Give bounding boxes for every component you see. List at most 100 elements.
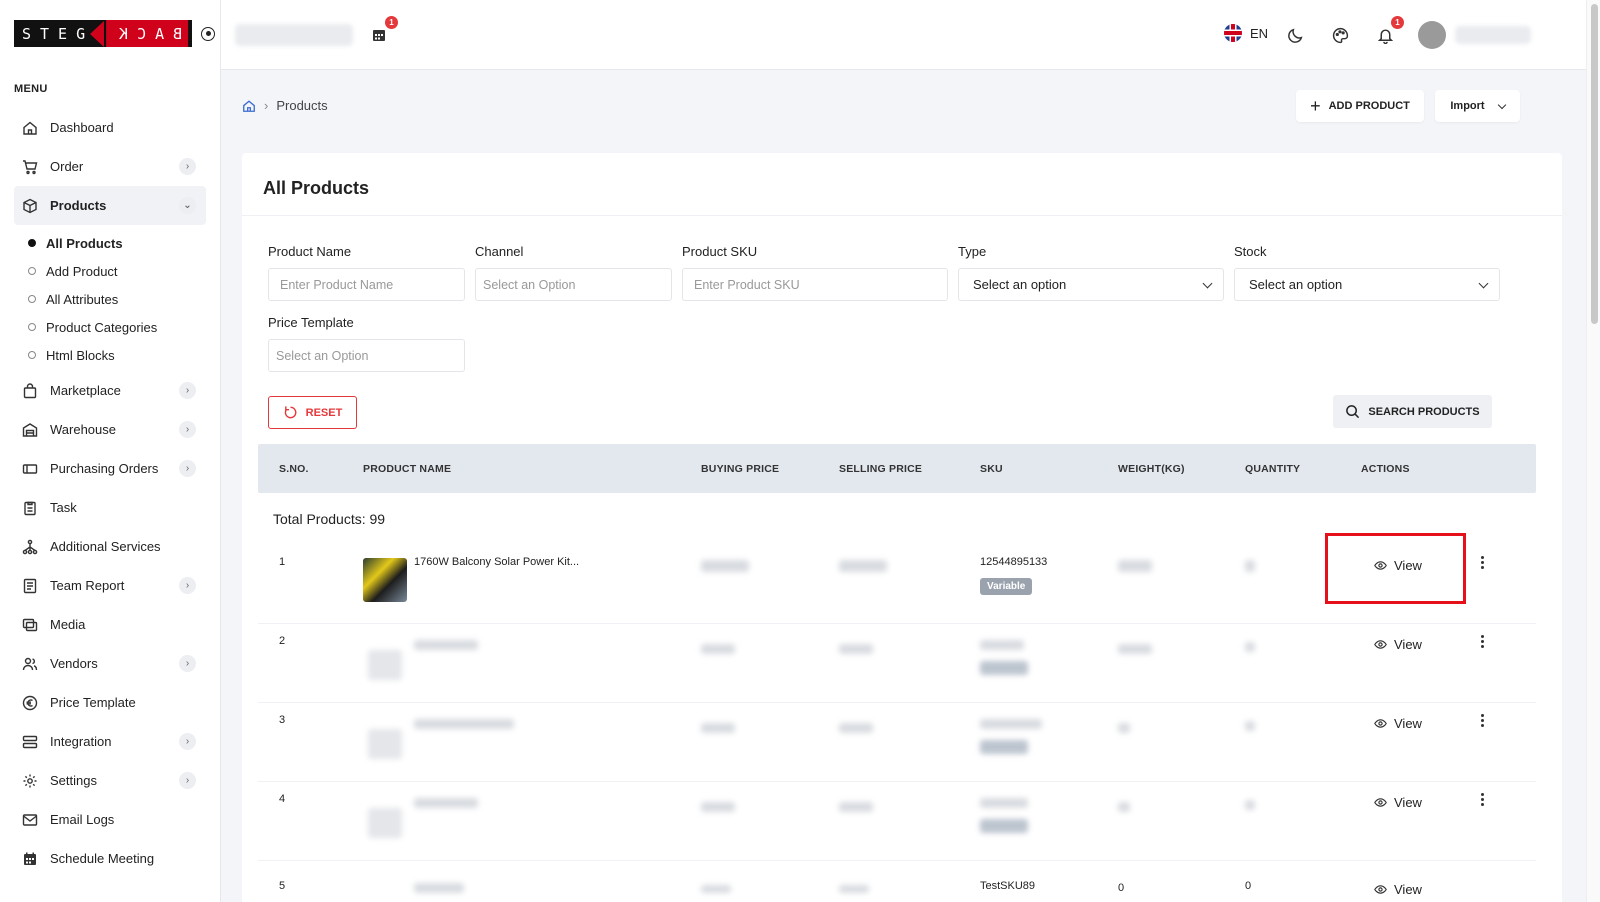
- logo[interactable]: STEG BACK: [14, 20, 216, 47]
- product-name-link[interactable]: [414, 719, 514, 729]
- view-button[interactable]: View: [1374, 795, 1422, 810]
- product-name-link[interactable]: [414, 883, 464, 893]
- sidebar-item-task[interactable]: Task: [14, 488, 206, 527]
- buying-price-value: [701, 723, 735, 733]
- submenu-item-label: Product Categories: [46, 319, 158, 335]
- chevron-right-icon[interactable]: ›: [179, 733, 196, 750]
- product-name-link[interactable]: [414, 798, 478, 808]
- stock-label: Stock: [1234, 244, 1267, 259]
- more-options-icon[interactable]: [1479, 556, 1485, 569]
- eye-icon: [1374, 640, 1387, 649]
- sidebar-item-marketplace[interactable]: Marketplace ›: [14, 371, 206, 410]
- avatar[interactable]: [1418, 21, 1446, 49]
- view-button[interactable]: View: [1374, 882, 1422, 897]
- reset-label: RESET: [305, 406, 343, 419]
- submenu-item-product-categories[interactable]: Product Categories: [28, 313, 206, 341]
- sidebar-item-warehouse[interactable]: Warehouse ›: [14, 410, 206, 449]
- sidebar-item-integration[interactable]: Integration ›: [14, 722, 206, 761]
- menu-title: MENU: [14, 83, 48, 95]
- header-quantity: QUANTITY: [1245, 463, 1301, 475]
- table-row[interactable]: 4 View: [258, 782, 1536, 861]
- stock-select[interactable]: Select an option: [1234, 268, 1500, 301]
- store-selector[interactable]: [235, 24, 353, 46]
- notifications-button[interactable]: 1: [1370, 16, 1404, 50]
- channel-select[interactable]: Select an Option: [475, 268, 672, 301]
- weight-value: [1118, 644, 1152, 654]
- sidebar-item-purchasing-orders[interactable]: Purchasing Orders ›: [14, 449, 206, 488]
- submenu-item-all-attributes[interactable]: All Attributes: [28, 285, 206, 313]
- theme-toggle-button[interactable]: [1280, 20, 1310, 50]
- sidebar-item-dashboard[interactable]: Dashboard: [14, 108, 206, 147]
- sidebar-item-additional-services[interactable]: Additional Services: [14, 527, 206, 566]
- price-template-label: Price Template: [268, 315, 354, 330]
- sidebar-item-schedule-meeting[interactable]: Schedule Meeting: [14, 839, 206, 878]
- view-button[interactable]: View: [1374, 637, 1422, 652]
- bell-icon: [1377, 28, 1393, 44]
- price-template-select[interactable]: Select an Option: [268, 339, 465, 372]
- more-options-icon[interactable]: [1479, 635, 1485, 648]
- chevron-right-icon[interactable]: ›: [179, 158, 196, 175]
- view-label: View: [1394, 716, 1422, 731]
- product-sku-input[interactable]: Enter Product SKU: [682, 268, 948, 301]
- euro-icon: [22, 695, 38, 711]
- scrollbar-thumb[interactable]: [1591, 4, 1598, 324]
- type-select[interactable]: Select an option: [958, 268, 1224, 301]
- sidebar-item-settings[interactable]: Settings ›: [14, 761, 206, 800]
- sidebar-nav: Dashboard Order › Products ⌄ All Product…: [14, 108, 206, 878]
- language-selector[interactable]: EN: [1224, 24, 1268, 42]
- sidebar-item-label: Warehouse: [50, 422, 116, 437]
- sidebar-item-vendors[interactable]: Vendors ›: [14, 644, 206, 683]
- submenu-item-all-products[interactable]: All Products: [28, 229, 206, 257]
- product-thumbnail[interactable]: [368, 808, 402, 838]
- box-icon: [22, 198, 38, 214]
- sidebar-item-team-report[interactable]: Team Report ›: [14, 566, 206, 605]
- reset-button[interactable]: RESET: [268, 396, 357, 429]
- table-row[interactable]: 5 TestSKU89 0 0 View: [258, 861, 1536, 902]
- calendar-badge: 1: [385, 16, 398, 29]
- row-sno: 1: [279, 556, 286, 568]
- product-thumbnail[interactable]: [368, 729, 402, 759]
- add-product-button[interactable]: + ADD PRODUCT: [1296, 90, 1424, 122]
- chevron-right-icon[interactable]: ›: [179, 460, 196, 477]
- submenu-item-html-blocks[interactable]: Html Blocks: [28, 341, 206, 369]
- product-name-input[interactable]: Enter Product Name: [268, 268, 465, 301]
- more-options-icon[interactable]: [1479, 714, 1485, 727]
- notification-badge: 1: [1391, 16, 1404, 29]
- sidebar-item-label: Team Report: [50, 578, 125, 593]
- user-name[interactable]: [1455, 26, 1531, 44]
- sidebar-item-products[interactable]: Products ⌄: [14, 186, 206, 225]
- product-name-link[interactable]: 1760W Balcony Solar Power Kit...: [414, 556, 579, 568]
- product-name-link[interactable]: [414, 640, 478, 650]
- table-row[interactable]: 2 View: [258, 624, 1536, 703]
- search-products-button[interactable]: SEARCH PRODUCTS: [1333, 395, 1492, 428]
- chevron-right-icon[interactable]: ›: [179, 655, 196, 672]
- sku-value: TestSKU89: [980, 880, 1036, 892]
- bullet-icon: [28, 351, 36, 359]
- sidebar-item-price-template[interactable]: Price Template: [14, 683, 206, 722]
- eye-icon: [1374, 885, 1387, 894]
- submenu-item-add-product[interactable]: Add Product: [28, 257, 206, 285]
- sidebar-item-label: Purchasing Orders: [50, 461, 159, 476]
- more-options-icon[interactable]: [1479, 793, 1485, 806]
- chevron-right-icon[interactable]: ›: [179, 577, 196, 594]
- page-scrollbar[interactable]: [1586, 0, 1600, 902]
- table-row[interactable]: 3 View: [258, 703, 1536, 782]
- moon-icon: [1287, 28, 1302, 43]
- sidebar-item-order[interactable]: Order ›: [14, 147, 206, 186]
- chevron-down-icon[interactable]: ⌄: [179, 197, 196, 214]
- chevron-right-icon[interactable]: ›: [179, 382, 196, 399]
- sidebar-item-media[interactable]: Media: [14, 605, 206, 644]
- home-icon[interactable]: [242, 99, 256, 113]
- import-button[interactable]: Import: [1435, 90, 1520, 122]
- sidebar-item-email-logs[interactable]: Email Logs: [14, 800, 206, 839]
- chevron-right-icon[interactable]: ›: [179, 421, 196, 438]
- calendar-button[interactable]: 1: [364, 16, 398, 50]
- palette-button[interactable]: [1325, 20, 1355, 50]
- product-thumbnail[interactable]: [368, 650, 402, 680]
- chevron-right-icon[interactable]: ›: [179, 772, 196, 789]
- view-button[interactable]: View: [1374, 716, 1422, 731]
- sidebar: STEG BACK MENU Dashboard Order › Product…: [0, 0, 221, 902]
- clipboard-icon: [22, 500, 38, 516]
- product-thumbnail[interactable]: [363, 558, 407, 602]
- sidebar-item-label: Email Logs: [50, 812, 115, 827]
